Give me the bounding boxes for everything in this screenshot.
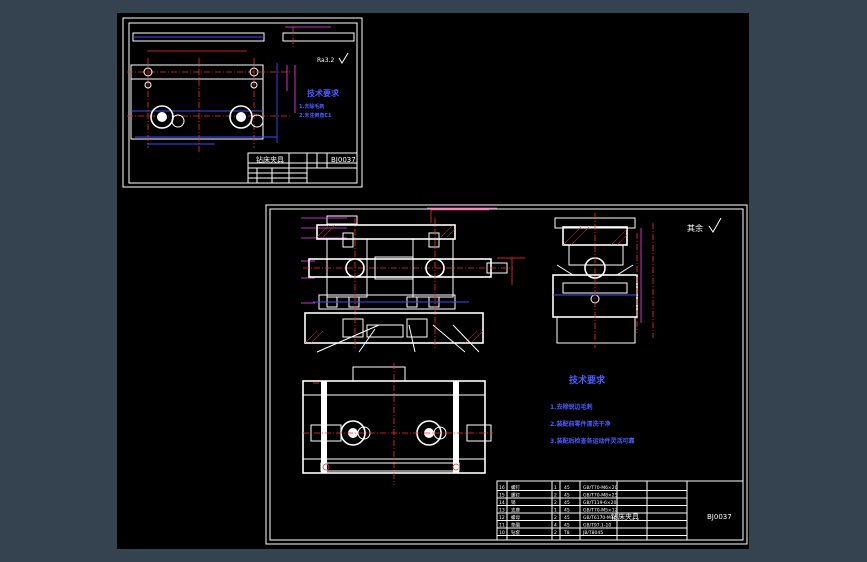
bom-cell-material: 45: [564, 515, 570, 521]
bom-cell-std: GB/T119-6×20: [583, 500, 617, 506]
sheet-1-title: 钻床夹具: [256, 155, 284, 164]
plan-view: [302, 363, 493, 485]
sheet-2-note-3: 3.装配后检查各运动件灵活可靠: [550, 437, 634, 445]
sheet-1-note-1: 1.去除毛刺: [299, 103, 324, 110]
bom-cell-no: 13: [499, 508, 505, 514]
sheet-1-notes-title: 技术要求: [307, 88, 340, 98]
bom-cell-std: GB/T97.1-10: [583, 523, 611, 529]
roughness-other-mark: 其余: [687, 223, 703, 233]
bom-cell-material: 45: [564, 485, 570, 491]
bom-cell-std: GB/T70-M6×20: [583, 485, 618, 491]
bom-cell-material: 45: [564, 500, 570, 506]
bom-cell-no: 11: [499, 523, 505, 529]
bom-cell-name: 螺钉: [511, 484, 520, 491]
sheet-1-title-block: 钻床夹具 BJ0037: [247, 152, 358, 184]
bom-cell-qty: 2: [554, 500, 557, 506]
bom-cell-name: 支座: [511, 507, 520, 514]
bill-of-materials: 16 螺钉 1 45 GB/T70-M6×2015 螺钉 2 45 GB/T70-M8×2514…: [496, 480, 744, 541]
sheet-1: Ra3.2 技术要求 1.去除毛刺 2.未注倒角C1 钻床夹具 BJ0037: [122, 17, 363, 188]
bom-cell-qty: 2: [554, 530, 557, 536]
bom-cell-material: 45: [564, 523, 570, 529]
bom-cell-qty: 1: [554, 485, 557, 491]
bom-cell-name: 螺母: [511, 514, 520, 521]
bom-cell-no: 16: [499, 485, 505, 491]
sheet-2-drawing-number: BJ0037: [707, 513, 732, 521]
sheet-2-note-1: 1.去除锐边毛刺: [550, 403, 592, 411]
bom-cell-no: 10: [499, 530, 505, 536]
roughness-check-icon: [708, 217, 722, 233]
bom-cell-qty: 2: [554, 515, 557, 521]
bom-cell-name: 垫圈: [511, 522, 520, 529]
bom-cell-name: 螺钉: [511, 492, 520, 499]
bom-cell-std: JB/T8045: [582, 530, 603, 536]
sheet-2: 其余 技术要求 1.去除锐边毛刺 2.装配前零件清洗干净 3.装配后检查各运动件…: [265, 204, 748, 545]
bom-cell-material: T8: [563, 530, 570, 536]
bom-cell-material: 45: [564, 508, 570, 514]
cad-drawing: Ra3.2 技术要求 1.去除毛刺 2.未注倒角C1 钻床夹具 BJ0037 其…: [122, 17, 748, 545]
sheet-1-drawing-number: BJ0037: [331, 156, 356, 164]
bom-cell-no: 12: [499, 515, 505, 521]
sheet-2-note-2: 2.装配前零件清洗干净: [550, 420, 610, 428]
sheet-2-title: 钻床夹具: [611, 512, 639, 521]
bom-cell-qty: 1: [554, 508, 557, 514]
roughness-mark: Ra3.2: [317, 57, 334, 64]
side-view: [552, 213, 654, 348]
bom-cell-name: 钻套: [511, 529, 520, 536]
bom-cell-qty: 4: [554, 523, 557, 529]
bom-cell-material: 45: [564, 493, 570, 499]
drawing-canvas[interactable]: Ra3.2 技术要求 1.去除毛刺 2.未注倒角C1 钻床夹具 BJ0037 其…: [117, 13, 749, 549]
bom-cell-std: GB/T70-M8×25: [583, 493, 618, 499]
bom-cell-no: 15: [499, 493, 505, 499]
front-section-view: [301, 207, 525, 353]
sheet-1-note-2: 2.未注倒角C1: [299, 112, 332, 119]
sheet-1-border: [122, 17, 363, 188]
sheet-2-notes-title: 技术要求: [569, 374, 606, 386]
bom-cell-name: 销: [511, 499, 516, 506]
bom-cell-no: 14: [499, 500, 505, 506]
bom-cell-qty: 2: [554, 493, 557, 499]
